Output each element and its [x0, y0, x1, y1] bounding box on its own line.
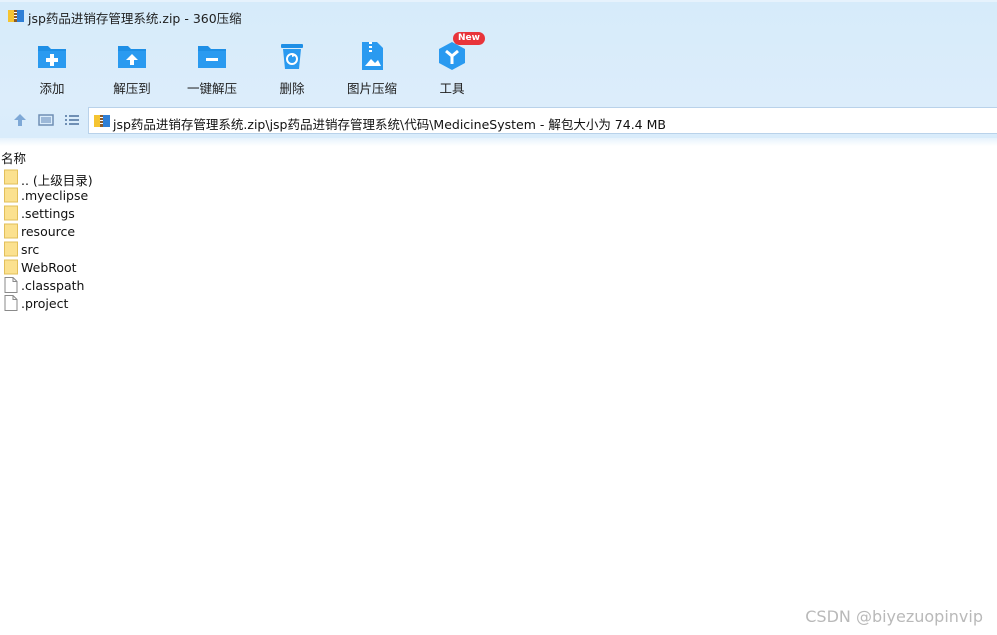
column-header-name[interactable]: 名称	[1, 148, 26, 167]
list-item[interactable]: src	[4, 240, 304, 258]
trash-icon	[281, 44, 303, 69]
file-name: WebRoot	[21, 260, 77, 275]
extract-to-folder-icon	[118, 46, 146, 68]
thumbnail-view-icon[interactable]	[37, 111, 55, 129]
title-bar: jsp药品进销存管理系统.zip - 360压缩	[0, 0, 997, 32]
file-name: resource	[21, 224, 76, 239]
file-name: src	[21, 242, 40, 257]
add-button[interactable]: 添加	[12, 36, 92, 96]
window-title: jsp药品进销存管理系统.zip - 360压缩	[28, 11, 242, 26]
file-name: .classpath	[21, 278, 85, 293]
toolbar: 添加 解压到 一键解压 删除 图片压缩 工具 New	[0, 32, 997, 98]
up-arrow-icon[interactable]	[11, 111, 29, 129]
folder-icon	[4, 259, 18, 275]
list-item[interactable]: .. (上级目录)	[4, 168, 304, 188]
address-path: jsp药品进销存管理系统.zip\jsp药品进销存管理系统\代码\Medicin…	[113, 117, 666, 132]
folder-icon	[4, 241, 18, 257]
tools-button[interactable]: 工具	[412, 36, 492, 96]
folder-icon	[4, 169, 18, 185]
folder-icon	[4, 223, 18, 239]
folder-icon	[4, 187, 18, 203]
watermark: CSDN @biyezuopinvip	[805, 607, 983, 626]
header-divider	[0, 138, 997, 146]
extract-to-label: 解压到	[113, 81, 151, 96]
list-view-icon[interactable]	[63, 111, 81, 129]
add-folder-icon	[38, 46, 66, 68]
one-click-extract-icon	[198, 46, 226, 68]
image-compress-icon	[362, 42, 383, 70]
list-item[interactable]: WebRoot	[4, 258, 304, 276]
list-item[interactable]: .myeclipse	[4, 186, 304, 204]
image-compress-label: 图片压缩	[346, 81, 397, 96]
file-name: .project	[21, 296, 69, 311]
delete-button[interactable]: 删除	[252, 36, 332, 96]
file-icon	[4, 295, 18, 311]
add-label: 添加	[39, 81, 65, 96]
delete-label: 删除	[279, 81, 305, 96]
image-compress-button[interactable]: 图片压缩	[332, 36, 412, 96]
zip-archive-icon	[8, 10, 24, 22]
address-bar[interactable]: jsp药品进销存管理系统.zip\jsp药品进销存管理系统\代码\Medicin…	[88, 107, 997, 134]
file-name: .myeclipse	[21, 188, 89, 203]
one-click-extract-label: 一键解压	[186, 81, 237, 96]
file-name: .settings	[21, 206, 75, 221]
list-item[interactable]: .settings	[4, 204, 304, 222]
list-item[interactable]: .classpath	[4, 276, 304, 294]
list-item[interactable]: resource	[4, 222, 304, 240]
new-badge: New	[453, 32, 485, 45]
folder-icon	[4, 205, 18, 221]
one-click-extract-button[interactable]: 一键解压	[172, 36, 252, 96]
tools-label: 工具	[439, 81, 465, 96]
extract-to-button[interactable]: 解压到	[92, 36, 172, 96]
zip-archive-icon	[94, 115, 110, 127]
file-icon	[4, 277, 18, 293]
list-item[interactable]: .project	[4, 294, 304, 312]
